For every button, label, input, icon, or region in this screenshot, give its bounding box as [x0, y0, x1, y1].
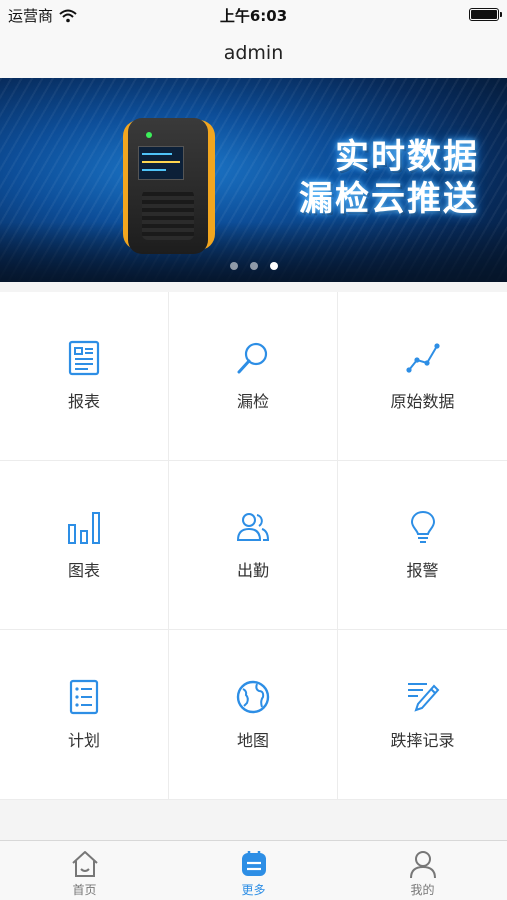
tab-more[interactable]: 更多: [169, 841, 338, 900]
line-graph-icon: [405, 343, 440, 373]
grid-item-missed-check[interactable]: 漏检: [169, 292, 338, 461]
grid-item-map[interactable]: 地图: [169, 630, 338, 800]
tab-label: 更多: [241, 883, 266, 897]
lightbulb-icon: [410, 510, 435, 543]
list-icon: [69, 679, 99, 714]
tab-mine[interactable]: 我的: [338, 841, 507, 900]
grid-item-plan[interactable]: 计划: [0, 630, 169, 800]
function-grid: 报表 漏检 原始数据 图表 出勤 报警 计划 地图 跌摔记录: [0, 292, 507, 800]
home-icon: [71, 851, 98, 877]
grid-item-chart[interactable]: 图表: [0, 461, 169, 630]
status-time: 上午6:03: [219, 7, 288, 25]
grid-item-label: 计划: [67, 730, 100, 750]
tab-bar: 首页 更多 我的: [0, 840, 507, 900]
banner-carousel[interactable]: 实时数据 漏检云推送: [0, 78, 507, 282]
device-led: [146, 132, 152, 138]
banner-headline-line1: 实时数据: [335, 137, 479, 177]
grid-item-label: 图表: [67, 561, 100, 580]
globe-icon: [236, 680, 270, 713]
pen-note-icon: [407, 682, 439, 712]
grid-item-attendance[interactable]: 出勤: [169, 461, 338, 630]
device-image: [128, 118, 208, 254]
grid-item-label: 出勤: [236, 561, 269, 580]
device-screen: [138, 146, 184, 180]
grid-item-report[interactable]: 报表: [0, 292, 169, 461]
tab-label: 首页: [72, 883, 97, 897]
grid-item-label: 跌摔记录: [390, 730, 455, 750]
report-icon: [68, 340, 100, 376]
battery-icon: [469, 8, 502, 21]
tab-home[interactable]: 首页: [0, 841, 169, 900]
tab-label: 我的: [410, 883, 435, 897]
carousel-dots: [230, 262, 278, 270]
magnifier-icon: [237, 342, 268, 374]
user-icon: [409, 851, 436, 879]
grid-item-raw-data[interactable]: 原始数据: [338, 292, 507, 461]
grid-item-fall-record[interactable]: 跌摔记录: [338, 630, 507, 800]
more-icon: [241, 851, 266, 876]
grid-item-alarm[interactable]: 报警: [338, 461, 507, 630]
people-icon: [236, 513, 270, 541]
device-grip: [142, 190, 194, 240]
grid-item-label: 漏检: [236, 392, 269, 411]
page-title: admin: [223, 42, 284, 64]
banner-floor: [0, 222, 507, 282]
carousel-dot[interactable]: [230, 262, 238, 270]
grid-item-label: 报表: [67, 392, 100, 411]
banner-headline: 实时数据 漏检云推送: [299, 136, 479, 220]
grid-item-label: 地图: [236, 730, 269, 750]
nav-bar: admin: [0, 30, 507, 78]
status-bar: 运营商 上午6:03: [0, 0, 507, 30]
grid-item-label: 报警: [406, 561, 439, 580]
bar-chart-icon: [68, 512, 100, 544]
carousel-dot-active[interactable]: [270, 262, 278, 270]
banner-headline-line2: 漏检云推送: [299, 179, 479, 219]
grid-item-label: 原始数据: [390, 392, 455, 411]
carousel-dot[interactable]: [250, 262, 258, 270]
